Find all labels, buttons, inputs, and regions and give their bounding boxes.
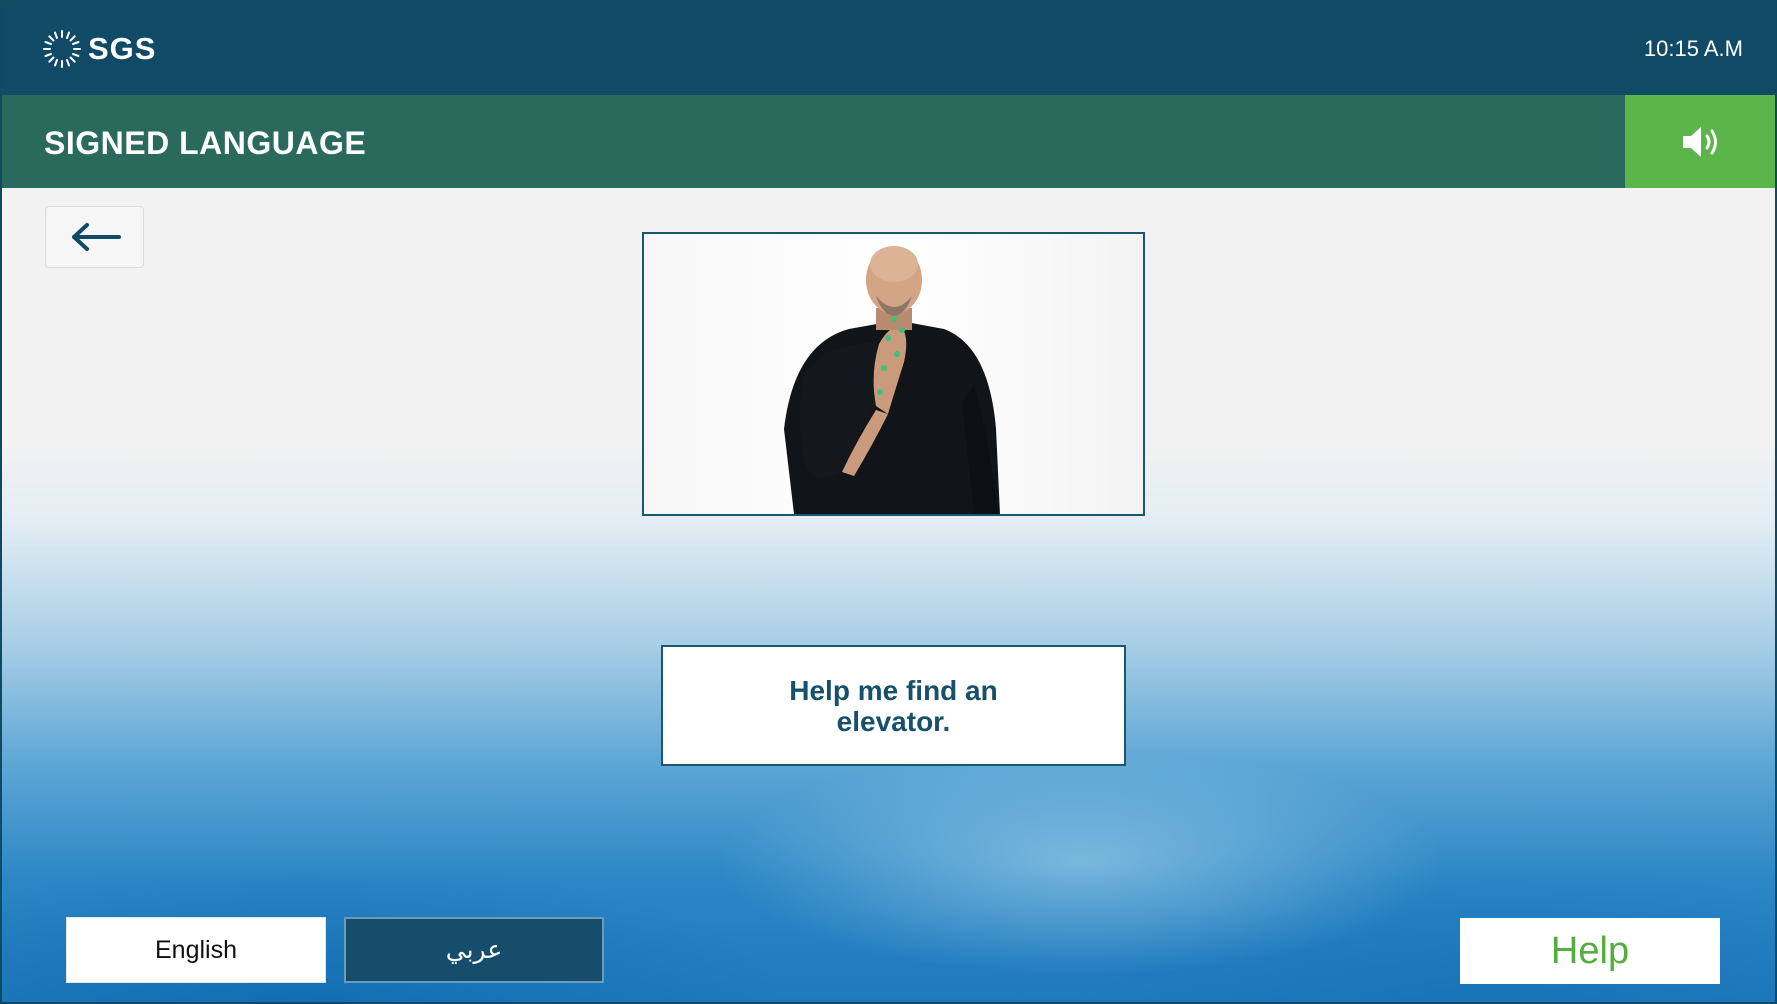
sgs-logo-icon <box>43 30 81 68</box>
sign-language-video[interactable] <box>642 232 1145 516</box>
title-bar: SIGNED LANGUAGE <box>2 95 1775 188</box>
phrase-text: Help me find an elevator. <box>789 674 998 737</box>
sound-button[interactable] <box>1625 95 1775 188</box>
signer-figure <box>784 246 1000 514</box>
language-button-english[interactable]: English <box>66 917 326 983</box>
speaker-volume-icon <box>1683 126 1717 157</box>
page-title: SIGNED LANGUAGE <box>44 125 367 161</box>
phrase-card: Help me find an elevator. <box>661 645 1126 766</box>
arrow-left-icon <box>71 223 121 251</box>
clock: 10:15 A.M <box>1643 36 1743 61</box>
kiosk-screen: SGS 10:15 A.M SIGNED LANGUAGE Help me fi… <box>0 0 1777 1004</box>
help-button[interactable]: Help <box>1460 918 1720 984</box>
logo-text: SGS <box>88 31 157 66</box>
sgs-logo: SGS <box>42 28 156 70</box>
language-button-arabic[interactable]: عربي <box>344 917 604 983</box>
back-button[interactable] <box>45 206 144 268</box>
top-bar: SGS 10:15 A.M <box>2 2 1775 95</box>
